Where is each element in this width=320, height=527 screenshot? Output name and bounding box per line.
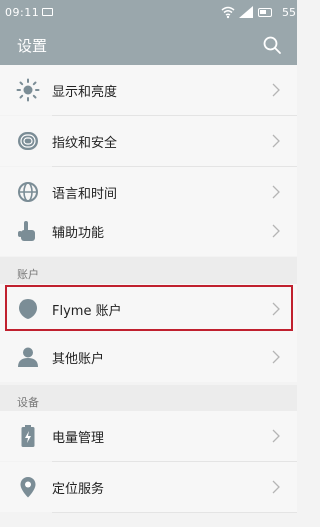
person-icon xyxy=(18,347,38,367)
settings-item-location[interactable]: 定位服务 xyxy=(0,462,297,512)
flyme-balloon-icon xyxy=(19,299,37,319)
status-bar: 09:11 55 xyxy=(0,0,297,26)
fingerprint-icon xyxy=(18,132,38,150)
settings-item-label: Flyme 账户 xyxy=(52,304,122,319)
settings-item-label: 其他账户 xyxy=(52,352,105,367)
settings-item-accessibility[interactable]: 辅助功能 xyxy=(0,206,297,256)
settings-item-label: 定位服务 xyxy=(52,482,105,497)
battery-status-icon xyxy=(258,8,272,17)
globe-icon xyxy=(18,182,38,202)
chevron-right-icon xyxy=(272,302,280,316)
signal-icon xyxy=(239,6,253,18)
hand-icon xyxy=(18,221,35,241)
location-pin-icon xyxy=(20,477,36,498)
status-time: 09:11 xyxy=(5,6,40,19)
chevron-right-icon xyxy=(272,350,280,364)
search-icon[interactable] xyxy=(262,35,282,55)
chevron-right-icon xyxy=(272,83,280,97)
chevron-right-icon xyxy=(272,224,280,238)
brightness-icon xyxy=(16,78,40,102)
divider xyxy=(52,512,297,513)
app-bar: 设置 xyxy=(0,26,297,65)
battery-icon xyxy=(21,425,35,447)
battery-percentage: 55 xyxy=(282,6,296,19)
chevron-right-icon xyxy=(272,429,280,443)
settings-item-label: 电量管理 xyxy=(52,431,105,446)
wifi-icon xyxy=(221,6,235,19)
section-title: 设备 xyxy=(17,396,39,409)
settings-item-label: 语言和时间 xyxy=(52,187,118,202)
settings-item-battery[interactable]: 电量管理 xyxy=(0,411,297,461)
settings-item-flyme-account[interactable]: Flyme 账户 xyxy=(0,284,297,334)
image-notification-icon xyxy=(42,8,53,16)
chevron-right-icon xyxy=(272,480,280,494)
settings-item-label: 指纹和安全 xyxy=(52,136,118,151)
page-title: 设置 xyxy=(17,37,48,55)
settings-item-display[interactable]: 显示和亮度 xyxy=(0,65,297,115)
settings-item-fingerprint[interactable]: 指纹和安全 xyxy=(0,116,297,166)
settings-item-label: 显示和亮度 xyxy=(52,85,118,100)
section-title: 账户 xyxy=(17,268,39,281)
settings-item-other-accounts[interactable]: 其他账户 xyxy=(0,332,297,382)
chevron-right-icon xyxy=(272,134,280,148)
section-header-account: 账户 xyxy=(0,257,297,287)
settings-item-label: 辅助功能 xyxy=(52,226,105,241)
chevron-right-icon xyxy=(272,185,280,199)
